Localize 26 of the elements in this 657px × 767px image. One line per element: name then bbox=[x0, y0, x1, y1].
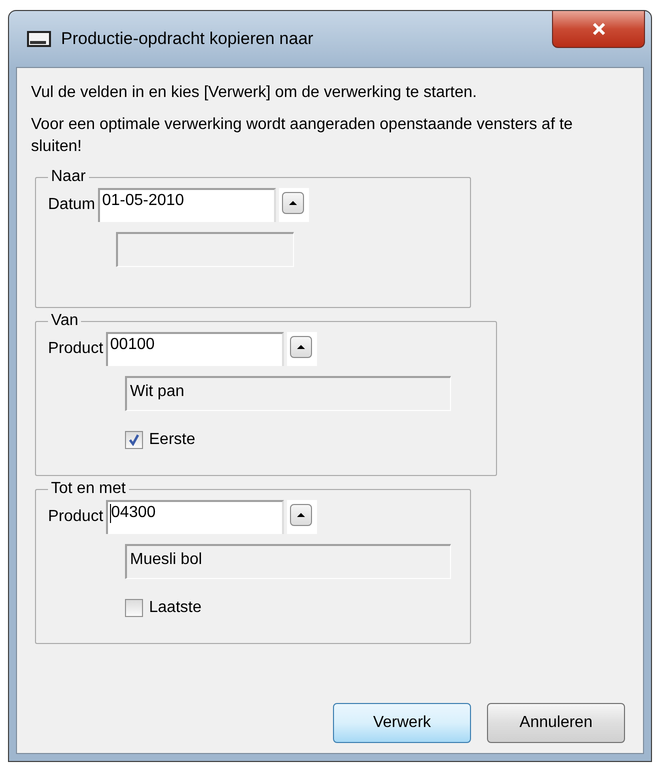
input-field[interactable]: 00100 bbox=[106, 332, 284, 366]
close-icon bbox=[592, 23, 606, 35]
checkbox[interactable] bbox=[125, 599, 143, 617]
group-legend: Naar bbox=[48, 168, 89, 186]
checkbox[interactable] bbox=[125, 431, 143, 449]
dialog-button[interactable]: Verwerk bbox=[333, 703, 471, 743]
window-icon bbox=[27, 31, 51, 47]
lookup-button[interactable] bbox=[287, 332, 318, 366]
input-field[interactable]: 01-05-2010 bbox=[98, 188, 276, 222]
checkbox-label[interactable]: Eerste bbox=[149, 431, 196, 449]
field-label: Datum bbox=[48, 196, 96, 214]
instruction-text: Vul de velden in en kies [Verwerk] om de verwerking te starten. bbox=[31, 83, 478, 103]
lookup-button[interactable] bbox=[287, 500, 318, 534]
lookup-button[interactable] bbox=[279, 188, 310, 222]
group-legend: Van bbox=[48, 312, 82, 330]
close-button[interactable] bbox=[552, 11, 645, 48]
group-legend: Tot en met bbox=[48, 480, 129, 498]
instruction-text: Voor een optimale verwerking wordt aangeraden openstaande vensters af te sluiten! bbox=[31, 115, 574, 157]
field-label: Product bbox=[48, 508, 104, 526]
description-field: Wit pan bbox=[125, 376, 451, 411]
description-field: Muesli bol bbox=[125, 544, 451, 579]
dialog-button[interactable]: Annuleren bbox=[487, 703, 625, 743]
input-field[interactable]: 04300 bbox=[106, 500, 284, 534]
window-title: Productie-opdracht kopieren naar bbox=[61, 29, 314, 49]
checkbox-label[interactable]: Laatste bbox=[149, 599, 202, 617]
field-label: Product bbox=[48, 340, 104, 358]
